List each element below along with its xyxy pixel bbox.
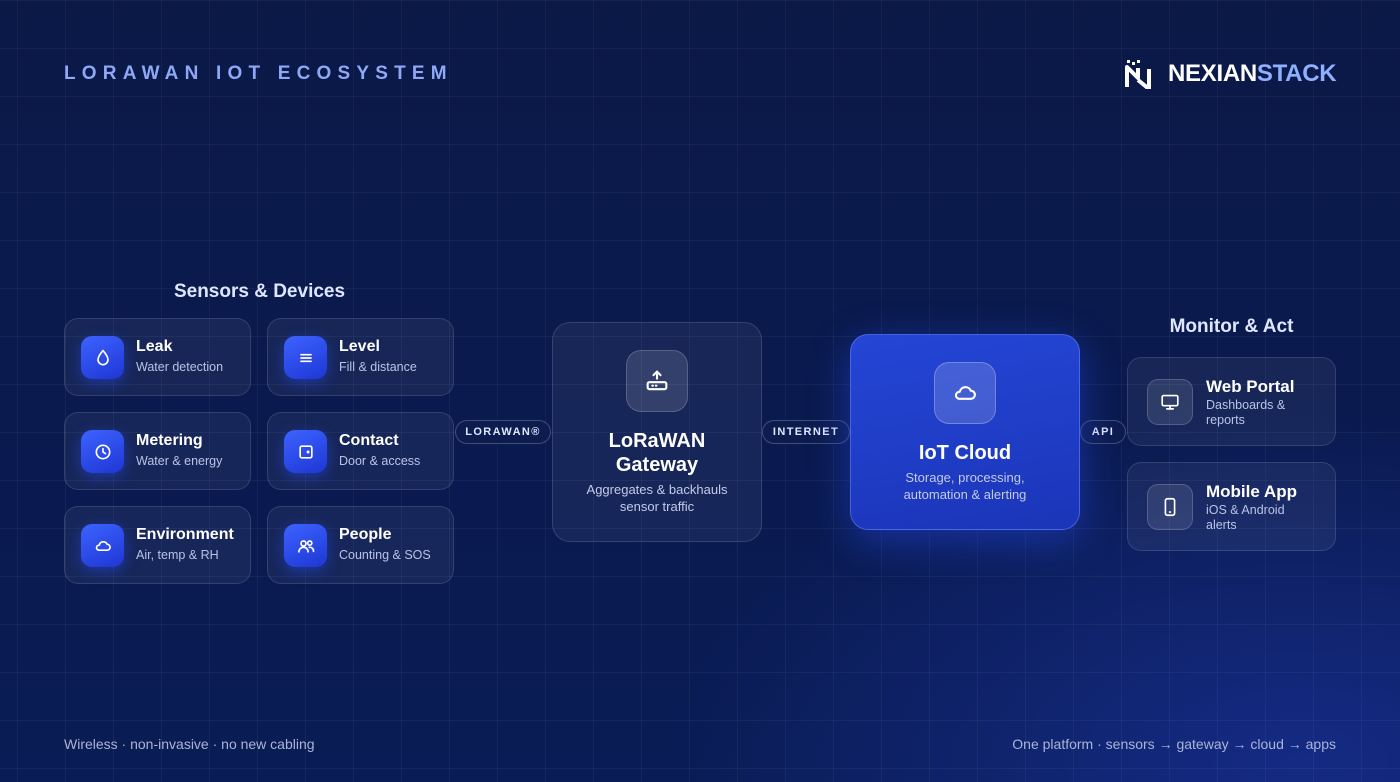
gateway-node[interactable]: LoRaWAN Gateway Aggregates & backhauls s… — [552, 322, 762, 542]
cloud-description-line1: Storage, processing, — [905, 470, 1025, 485]
sensor-description: Air, temp & RH — [136, 548, 219, 562]
sensor-card-level[interactable]: Level Fill & distance — [267, 318, 454, 396]
door-icon — [284, 430, 327, 473]
sensor-description: Door & access — [339, 454, 421, 468]
cloud-title: IoT Cloud — [918, 442, 1012, 464]
sensor-name: Metering — [136, 432, 203, 449]
sensor-card-environment[interactable]: Environment Air, temp & RH — [64, 506, 251, 584]
sensor-description: Counting & SOS — [339, 548, 431, 562]
sensor-description: Fill & distance — [339, 360, 417, 374]
people-icon — [284, 524, 327, 567]
app-description: iOS & Android alerts — [1206, 503, 1285, 532]
brand-logo[interactable]: NEXIANSTACK — [1124, 58, 1337, 90]
cloud-icon — [81, 524, 124, 567]
cloud-description-line2: automation & alerting — [903, 487, 1027, 502]
droplet-icon — [81, 336, 124, 379]
gateway-description-line2: sensor traffic — [619, 499, 695, 514]
web-portal-card[interactable]: Web Portal Dashboards & reports — [1127, 357, 1336, 446]
sensor-name: Level — [339, 338, 380, 355]
sensor-card-people[interactable]: People Counting & SOS — [267, 506, 454, 584]
clock-icon — [81, 430, 124, 473]
logo-wordmark: NEXIANSTACK — [1168, 60, 1337, 87]
sensor-name: People — [339, 526, 392, 543]
app-description: Dashboards & reports — [1206, 398, 1286, 427]
app-name: Mobile App — [1206, 482, 1297, 501]
monitor-section-title: Monitor & Act — [1169, 316, 1294, 337]
router-icon — [626, 350, 688, 412]
footer-right-note: One platform · sensors → gateway → cloud… — [1012, 736, 1336, 752]
lorawan-connector-label: LORAWAN® — [455, 420, 551, 444]
sensor-card-metering[interactable]: Metering Water & energy — [64, 412, 251, 490]
sensor-name: Leak — [136, 338, 173, 355]
sensor-description: Water detection — [136, 360, 224, 374]
lines-icon — [284, 336, 327, 379]
api-connector-label: API — [1080, 420, 1126, 444]
iot-cloud-node[interactable]: IoT Cloud Storage, processing, automatio… — [850, 334, 1080, 530]
gateway-description-line1: Aggregates & backhauls — [586, 482, 728, 497]
logo-mark-icon — [1125, 60, 1151, 89]
sensor-card-contact[interactable]: Contact Door & access — [267, 412, 454, 490]
page-title: LORAWAN IOT ECOSYSTEM — [64, 63, 453, 84]
sensor-card-leak[interactable]: Leak Water detection — [64, 318, 251, 396]
sensor-name: Environment — [136, 526, 234, 543]
gateway-title-line2: Gateway — [615, 454, 699, 476]
sensor-description: Water & energy — [136, 454, 223, 468]
monitor-icon — [1147, 379, 1193, 425]
sensor-name: Contact — [339, 432, 399, 449]
footer-left-note: Wireless · non-invasive · no new cabling — [64, 736, 315, 752]
gateway-title-line1: LoRaWAN — [608, 430, 706, 452]
sensors-section-title: Sensors & Devices — [173, 281, 346, 302]
app-name: Web Portal — [1206, 377, 1295, 396]
mobile-app-card[interactable]: Mobile App iOS & Android alerts — [1127, 462, 1336, 551]
phone-icon — [1147, 484, 1193, 530]
internet-connector-label: INTERNET — [762, 420, 850, 444]
cloud-icon — [934, 362, 996, 424]
